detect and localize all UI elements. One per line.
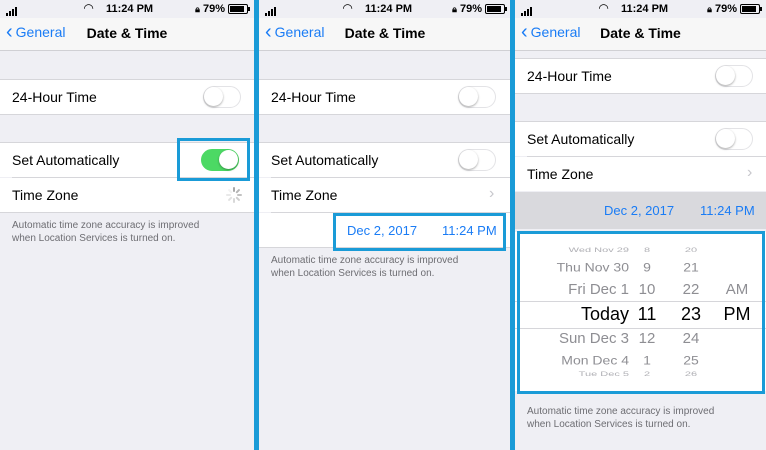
row-label: Set Automatically: [12, 152, 120, 168]
status-bar: ◠ 11:24 PM 🔒︎ 79%: [515, 0, 766, 18]
row-label: Time Zone: [271, 187, 338, 203]
loading-spinner-icon: [226, 187, 242, 203]
row-label: Time Zone: [527, 166, 594, 182]
row-label: Time Zone: [12, 187, 79, 203]
status-time: 11:24 PM: [106, 3, 154, 15]
row-time-zone[interactable]: Time Zone ›: [515, 157, 766, 191]
signal-icon: [521, 4, 533, 16]
status-time: 11:24 PM: [365, 3, 413, 15]
highlight-box: [333, 213, 506, 251]
page-title: Date & Time: [600, 25, 681, 41]
battery-icon: [228, 4, 250, 14]
status-bar: ◠ 11:24 PM 🔒︎ 79%: [0, 0, 254, 18]
row-label: Set Automatically: [271, 152, 379, 168]
wifi-icon: ◠: [84, 1, 94, 15]
row-24-hour-time: 24-Hour Time: [0, 79, 254, 115]
row-time-zone[interactable]: Time Zone ›: [259, 178, 511, 212]
row-24-hour-time: 24-Hour Time: [515, 58, 766, 94]
status-bar: ◠ 11:24 PM 🔒︎ 79%: [259, 0, 511, 18]
row-set-automatically: Set Automatically: [515, 121, 766, 156]
toggle-set-automatically[interactable]: [458, 149, 496, 171]
navigation-bar: ‹ General Date & Time: [515, 18, 766, 51]
battery-icon: [485, 4, 507, 14]
chevron-right-icon: ›: [747, 164, 753, 181]
signal-icon: [6, 4, 18, 16]
footer-note: Automatic time zone accuracy is improved…: [12, 220, 200, 244]
row-date-time-selected[interactable]: Dec 2, 2017 11:24 PM: [515, 192, 766, 229]
navigation-bar: ‹ General Date & Time: [259, 18, 511, 51]
status-time: 11:24 PM: [621, 3, 669, 15]
footer-note: Automatic time zone accuracy is improved…: [271, 255, 459, 279]
battery-percent: 79%: [714, 3, 737, 15]
navigation-bar: ‹ General Date & Time: [0, 18, 254, 51]
footer-note: Automatic time zone accuracy is improved…: [527, 406, 715, 430]
toggle-24-hour-time[interactable]: [715, 65, 753, 87]
signal-icon: [265, 4, 277, 16]
toggle-24-hour-time[interactable]: [458, 86, 496, 108]
row-24-hour-time: 24-Hour Time: [259, 79, 511, 115]
panel-set-automatically-on: ◠ 11:24 PM 🔒︎ 79% ‹ General Date & Time 24…: [0, 0, 254, 450]
battery-percent: 79%: [459, 3, 482, 15]
highlight-box: [177, 138, 250, 181]
rotation-lock-icon: 🔒︎: [452, 3, 457, 14]
chevron-right-icon: ›: [489, 185, 495, 202]
toggle-24-hour-time[interactable]: [203, 86, 241, 108]
time-value: 11:24 PM: [700, 203, 755, 218]
panel-date-picker: ◠ 11:24 PM 🔒︎ 79% ‹ General Date & Time 24…: [515, 0, 766, 450]
row-time-zone[interactable]: Time Zone: [0, 178, 254, 213]
wifi-icon: ◠: [343, 1, 353, 15]
page-title: Date & Time: [86, 25, 168, 41]
battery-icon: [740, 4, 762, 14]
rotation-lock-icon: 🔒︎: [195, 3, 200, 14]
rotation-lock-icon: 🔒︎: [707, 3, 712, 14]
row-label: 24-Hour Time: [12, 89, 97, 105]
date-value: Dec 2, 2017: [604, 203, 675, 218]
wifi-icon: ◠: [599, 1, 609, 15]
row-label: Set Automatically: [527, 131, 635, 147]
battery-percent: 79%: [202, 3, 225, 15]
highlight-box: [517, 231, 765, 394]
page-title: Date & Time: [344, 25, 426, 41]
row-set-automatically: Set Automatically: [259, 142, 511, 177]
toggle-set-automatically[interactable]: [715, 128, 753, 150]
panel-set-automatically-off: ◠ 11:24 PM 🔒︎ 79% ‹ General Date & Time 24…: [259, 0, 511, 450]
row-label: 24-Hour Time: [271, 89, 356, 105]
row-label: 24-Hour Time: [527, 68, 612, 84]
